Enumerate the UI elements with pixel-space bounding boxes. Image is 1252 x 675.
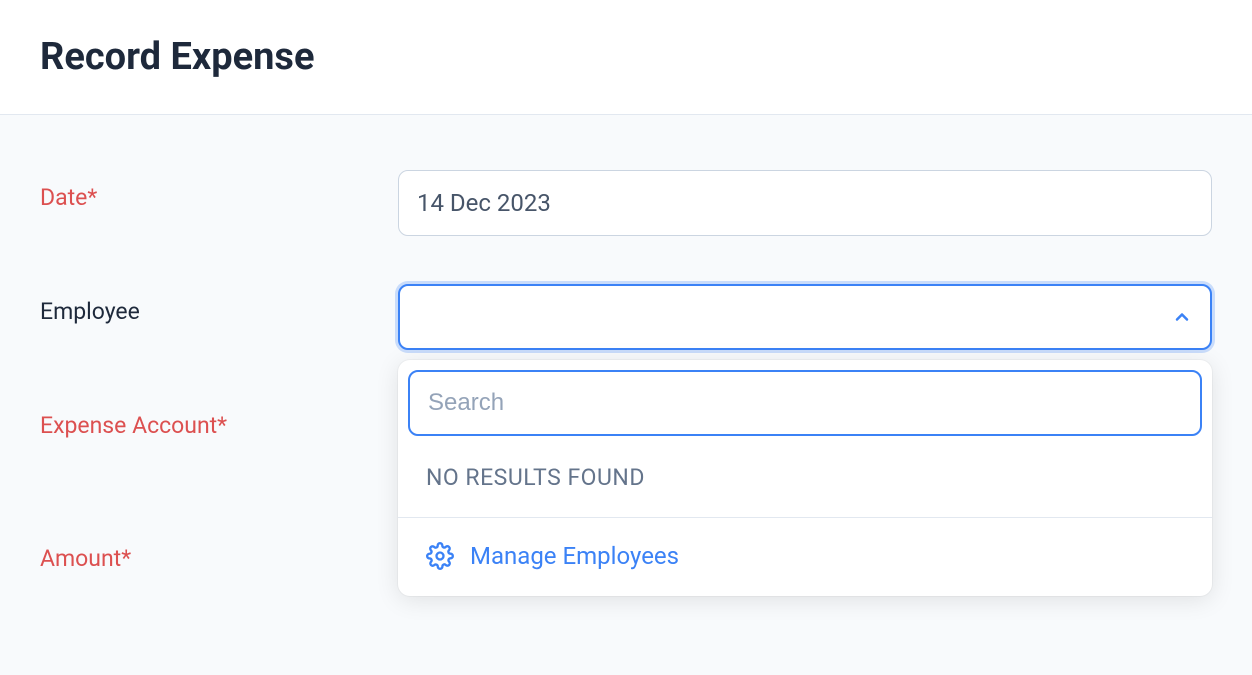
employee-select[interactable] (398, 284, 1212, 350)
employee-dropdown: NO RESULTS FOUND Manage Employees (398, 360, 1212, 596)
expense-account-label: Expense Account* (40, 398, 398, 439)
manage-employees-link[interactable]: Manage Employees (408, 518, 1202, 596)
manage-employees-label: Manage Employees (470, 542, 679, 570)
employee-search-input[interactable] (408, 370, 1202, 436)
date-value: 14 Dec 2023 (417, 189, 551, 217)
no-results-text: NO RESULTS FOUND (408, 436, 1202, 517)
date-row: Date* 14 Dec 2023 (40, 170, 1212, 236)
employee-row: Employee NO RESULTS FOUND (40, 284, 1212, 350)
date-input[interactable]: 14 Dec 2023 (398, 170, 1212, 236)
gear-icon (426, 542, 454, 570)
date-label: Date* (40, 170, 398, 211)
page-title: Record Expense (40, 35, 1212, 79)
chevron-up-icon (1172, 307, 1192, 327)
employee-label: Employee (40, 284, 398, 325)
amount-label: Amount* (40, 531, 398, 572)
